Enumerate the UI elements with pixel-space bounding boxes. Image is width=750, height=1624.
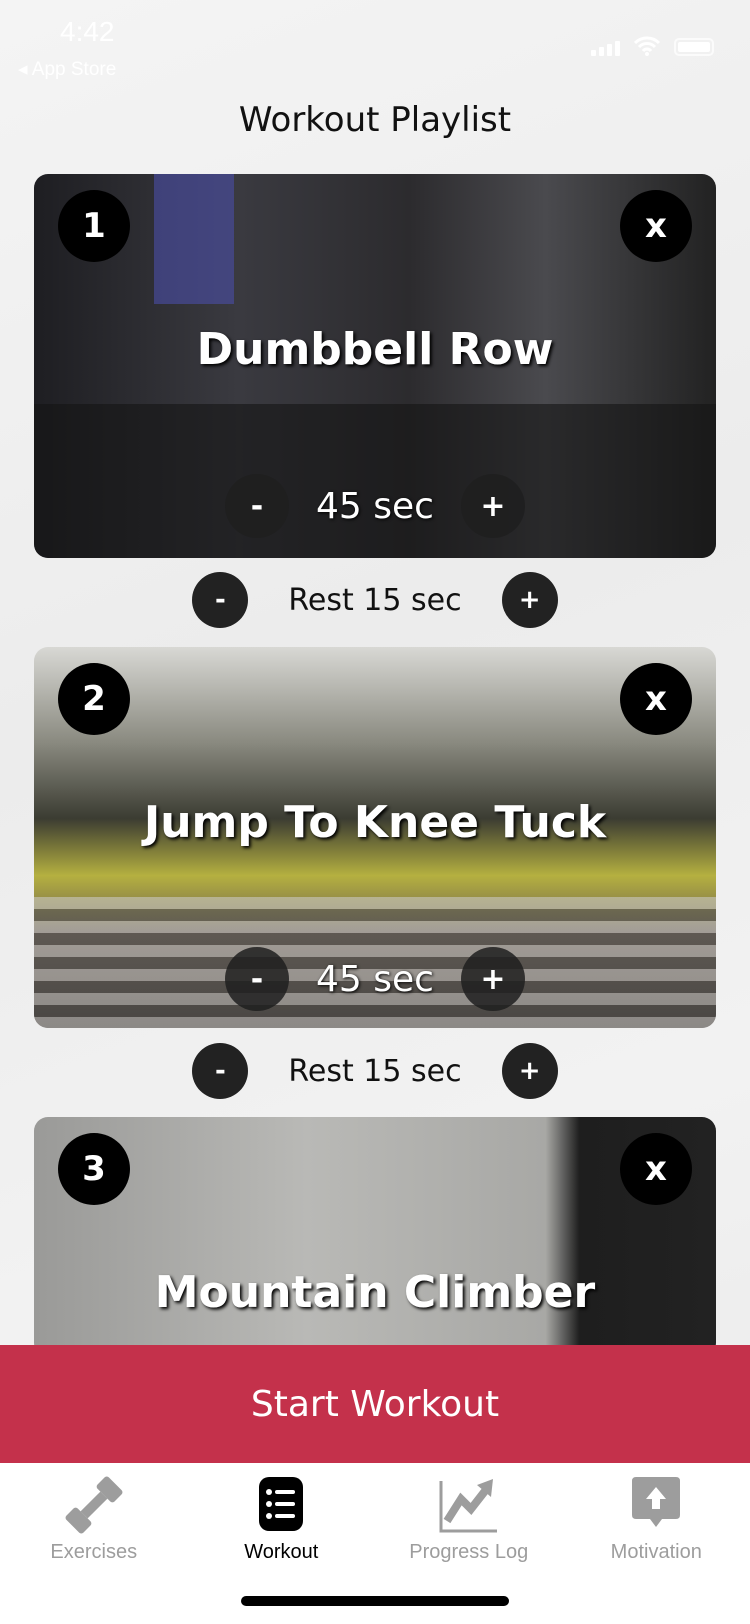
exercise-duration: 45 sec [316, 485, 434, 527]
exercise-number: 3 [58, 1133, 130, 1205]
battery-icon [674, 38, 714, 56]
increase-rest-button[interactable]: + [501, 572, 558, 628]
chart-icon [439, 1479, 497, 1533]
wifi-icon [634, 36, 660, 56]
dumbbell-icon [65, 1476, 123, 1534]
exercise-name: Mountain Climber [154, 1267, 596, 1318]
remove-exercise-button[interactable]: x [620, 663, 692, 735]
exercise-name: Jump To Knee Tuck [143, 797, 607, 848]
rest-row: - Rest 15 sec + [0, 1043, 750, 1099]
rest-duration: Rest 15 sec [288, 1053, 462, 1089]
tab-motivation[interactable]: Motivation [563, 1463, 750, 1624]
start-workout-button[interactable]: Start Workout [0, 1345, 750, 1463]
rest-duration: Rest 15 sec [288, 582, 462, 618]
tab-label: Exercises [50, 1541, 138, 1563]
signal-icon [591, 41, 620, 56]
remove-exercise-button[interactable]: x [620, 190, 692, 262]
back-label: App Store [31, 59, 117, 80]
exercise-number: 1 [58, 190, 130, 262]
rest-row: - Rest 15 sec + [0, 572, 750, 628]
page-title: Workout Playlist [238, 100, 512, 140]
decrease-duration-button[interactable]: - [225, 947, 289, 1011]
remove-exercise-button[interactable]: x [620, 1133, 692, 1205]
tab-exercises[interactable]: Exercises [0, 1463, 188, 1624]
status-time: 4:42 [60, 16, 115, 47]
tab-label: Workout [244, 1541, 319, 1563]
exercise-card[interactable]: 2 x Jump To Knee Tuck - 45 sec + [34, 647, 716, 1028]
tab-label: Progress Log [409, 1541, 529, 1563]
upload-icon [632, 1477, 681, 1527]
increase-duration-button[interactable]: + [461, 947, 525, 1011]
exercise-card[interactable]: 1 x Dumbbell Row - 45 sec + [34, 174, 716, 558]
decrease-rest-button[interactable]: - [192, 1043, 249, 1099]
increase-duration-button[interactable]: + [461, 474, 525, 538]
tab-label: Motivation [610, 1541, 702, 1563]
exercise-card[interactable]: 3 x Mountain Climber [34, 1117, 716, 1357]
exercise-name: Dumbbell Row [196, 324, 554, 375]
home-indicator [241, 1596, 509, 1606]
decrease-rest-button[interactable]: - [192, 572, 249, 628]
decrease-duration-button[interactable]: - [225, 474, 289, 538]
status-bar: 4:42 ◂ App Store [0, 0, 750, 80]
exercise-number: 2 [58, 663, 130, 735]
list-icon [259, 1477, 304, 1531]
back-to-app-store[interactable]: ◂ App Store [18, 58, 116, 81]
increase-rest-button[interactable]: + [501, 1043, 558, 1099]
exercise-duration: 45 sec [316, 958, 434, 1000]
